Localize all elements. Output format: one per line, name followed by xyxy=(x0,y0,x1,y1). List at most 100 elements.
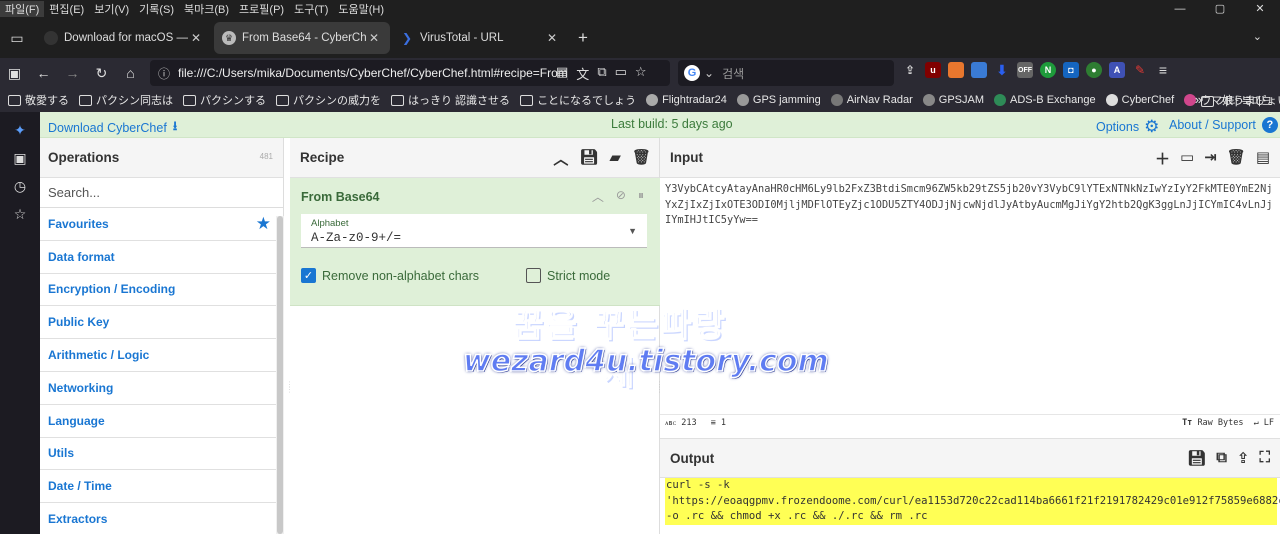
sidebar-toggle-icon[interactable]: ▣ xyxy=(0,65,29,82)
bookmarks-star-icon[interactable]: ☆ xyxy=(0,200,40,228)
open-file-icon[interactable]: ⇥ xyxy=(1204,148,1217,169)
download-cyberchef-link[interactable]: Download CyberChef ⭳ xyxy=(48,117,177,138)
tab-virustotal[interactable]: ❯ VirusTotal - URL ✕ xyxy=(392,22,568,54)
reload-button[interactable]: ↻ xyxy=(87,65,116,82)
ublock-icon[interactable]: u xyxy=(925,62,941,78)
bookmark-item[interactable]: Flightradar24 xyxy=(646,94,727,106)
green-extension-icon[interactable]: ● xyxy=(1086,62,1102,78)
bookmark-item[interactable]: ことになるでしょう xyxy=(520,92,636,108)
clear-input-trash-icon[interactable]: 🗑︎ xyxy=(1227,148,1246,169)
reader-icon[interactable]: ▤ xyxy=(556,64,568,83)
clear-recipe-trash-icon[interactable]: 🗑︎ xyxy=(632,148,651,169)
operation-category[interactable]: Networking xyxy=(40,372,283,405)
reset-layout-icon[interactable]: ▤ xyxy=(1256,148,1270,169)
pen-extension-icon[interactable]: ✎ xyxy=(1132,62,1148,78)
strict-mode-checkbox[interactable] xyxy=(526,268,541,283)
search-engine-chevron-icon[interactable]: ⌄ xyxy=(704,66,714,80)
menu-item[interactable]: 보기(V) xyxy=(89,1,134,17)
shield-extension-icon[interactable]: ◘ xyxy=(1063,62,1079,78)
bookmark-item[interactable]: AirNav Radar xyxy=(830,94,913,106)
operation-category[interactable]: Encryption / Encoding xyxy=(40,274,283,307)
ai-sparkle-icon[interactable]: ✦ xyxy=(0,116,40,144)
operation-category[interactable]: Favourites ★ xyxy=(40,208,283,241)
bookmark-item[interactable]: パクシンの威力を xyxy=(276,92,381,108)
bookmark-item[interactable]: 敬愛する xyxy=(8,92,69,108)
operation-category[interactable]: Arithmetic / Logic xyxy=(40,339,283,372)
back-button[interactable]: ← xyxy=(29,65,58,81)
eol-selector[interactable]: ↵ LF xyxy=(1254,418,1275,428)
page-info-icon[interactable]: ⓘ xyxy=(158,65,170,82)
n-extension-icon[interactable]: N xyxy=(1040,62,1056,78)
close-window-button[interactable]: ✕ xyxy=(1240,0,1280,18)
download-extension-icon[interactable]: ⬇ xyxy=(994,62,1010,78)
strict-mode-option[interactable]: Strict mode xyxy=(526,268,610,283)
translate-extension-icon[interactable]: A xyxy=(1109,62,1125,78)
remove-non-alphabet-checkbox[interactable]: ✓ xyxy=(301,268,316,283)
scrollbar-thumb[interactable] xyxy=(277,216,283,534)
close-tab-icon[interactable]: ✕ xyxy=(544,31,560,45)
other-bookmarks-folder[interactable]: 기타 북마크 xyxy=(1201,93,1272,109)
operation-category[interactable]: Extractors xyxy=(40,503,283,534)
operation-category[interactable]: Date / Time xyxy=(40,470,283,504)
search-box[interactable]: G ⌄ 검색 xyxy=(678,60,894,86)
operation-category[interactable]: Language xyxy=(40,405,283,438)
bookmark-item[interactable]: はっきり 認識させる xyxy=(391,92,510,108)
save-output-icon[interactable]: 💾︎ xyxy=(1187,449,1206,467)
about-support-button[interactable]: About / Support ? xyxy=(1169,117,1278,133)
new-tab-button[interactable]: + xyxy=(568,28,598,48)
operation-category[interactable]: Data format xyxy=(40,241,283,274)
bookmark-item[interactable]: CyberChef xyxy=(1105,94,1174,106)
disable-op-icon[interactable]: ⊘ xyxy=(616,188,626,205)
screenshot-icon[interactable]: ⧉ xyxy=(597,64,606,83)
operation-category[interactable]: Utils xyxy=(40,438,283,471)
operation-category[interactable]: Public Key xyxy=(40,306,283,340)
off-extension-icon[interactable]: OFF xyxy=(1017,62,1033,78)
collapse-op-icon[interactable]: ︿ xyxy=(592,188,604,205)
chevron-down-icon[interactable]: ⌄ xyxy=(1253,30,1262,43)
options-button[interactable]: Options ⚙ xyxy=(1096,117,1159,137)
maximize-button[interactable]: ▢ xyxy=(1200,0,1240,18)
close-tab-icon[interactable]: ✕ xyxy=(188,31,204,45)
sync-tabs-icon[interactable]: ▣ xyxy=(0,144,40,172)
operations-search-input[interactable]: Search... xyxy=(40,178,283,208)
save-recipe-icon[interactable]: 💾︎ xyxy=(579,148,598,169)
tab-cyberchef[interactable]: ♛ From Base64 - CyberChef ✕ xyxy=(214,22,390,54)
extension-export-icon[interactable]: ⇪ xyxy=(902,62,918,78)
bookmark-star-icon[interactable]: ☆ xyxy=(635,64,647,83)
replace-input-icon[interactable]: ⇪ xyxy=(1237,449,1250,467)
load-recipe-folder-icon[interactable]: ▰ xyxy=(609,148,621,169)
close-tab-icon[interactable]: ✕ xyxy=(366,31,382,45)
menu-item[interactable]: 기록(S) xyxy=(134,1,179,17)
breakpoint-pause-icon[interactable]: ⏸︎ xyxy=(638,188,644,205)
menu-item[interactable]: 파일(F) xyxy=(0,1,45,17)
encoding-selector[interactable]: Tт Raw Bytes xyxy=(1182,418,1243,428)
operation-from-base64[interactable]: From Base64 ︿ ⊘ ⏸︎ Alphabet A-Za-z0-9+/=… xyxy=(290,178,660,306)
menu-item[interactable]: 북마크(B) xyxy=(179,1,234,17)
folder-icon[interactable]: ▭ xyxy=(615,64,627,83)
tab-download-macos[interactable]: Download for macOS — DMG ✕ xyxy=(36,22,212,54)
bookmark-item[interactable]: GPSJAM xyxy=(922,94,984,106)
copy-output-icon[interactable]: ⧉ xyxy=(1216,449,1227,467)
alphabet-select[interactable]: Alphabet A-Za-z0-9+/= ▼ xyxy=(301,214,647,248)
input-textarea[interactable]: Y3VybCAtcyAtayAnaHR0cHM6Ly9lb2FxZ3BtdiSm… xyxy=(665,182,1277,229)
google-icon[interactable]: G xyxy=(684,65,700,81)
maximise-output-icon[interactable]: ⛶ xyxy=(1259,449,1270,467)
tab-list-icon[interactable]: ▭ xyxy=(0,18,34,58)
translate-icon[interactable]: 文 xyxy=(576,64,589,83)
history-icon[interactable]: ◷ xyxy=(0,172,40,200)
menu-item[interactable]: 프로필(P) xyxy=(234,1,289,17)
forward-button[interactable]: → xyxy=(58,65,87,81)
add-input-tab-icon[interactable]: ＋ xyxy=(1155,148,1170,169)
puzzle-extension-icon[interactable] xyxy=(971,62,987,78)
operations-scrollbar[interactable] xyxy=(276,216,284,534)
home-button[interactable]: ⌂ xyxy=(116,65,145,81)
menu-item[interactable]: 편집(E) xyxy=(44,1,89,17)
output-textarea[interactable]: curl -s -k 'https://eoaqgpmv.frozendoome… xyxy=(665,478,1280,525)
open-folder-icon[interactable]: ▭ xyxy=(1180,148,1194,169)
menu-item[interactable]: 도구(T) xyxy=(289,1,333,17)
bookmark-item[interactable]: パクシンする xyxy=(183,92,266,108)
bookmark-item[interactable]: GPS jamming xyxy=(736,94,821,106)
remove-non-alphabet-option[interactable]: ✓ Remove non-alphabet chars xyxy=(301,268,479,283)
minimize-button[interactable]: — xyxy=(1160,0,1200,18)
bookmark-item[interactable]: ADS-B Exchange xyxy=(994,94,1096,106)
